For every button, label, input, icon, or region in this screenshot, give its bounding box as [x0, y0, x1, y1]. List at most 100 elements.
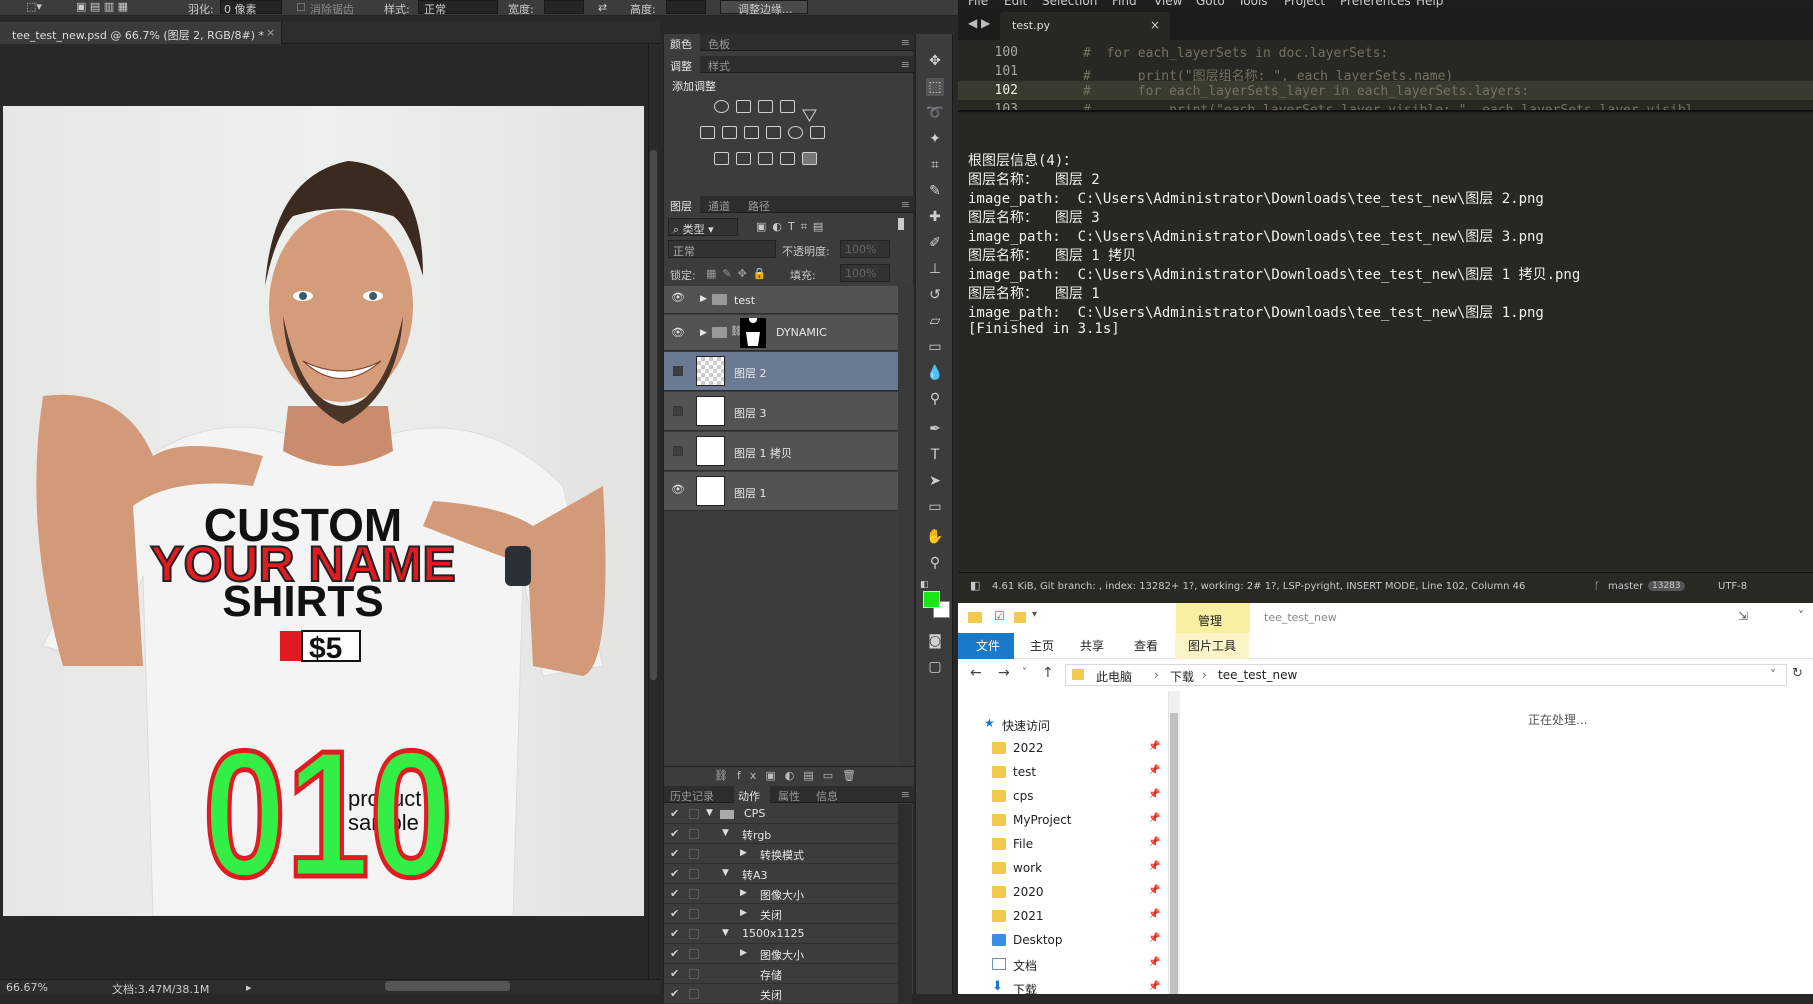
filter-toggle[interactable] [898, 218, 904, 230]
new-folder-icon[interactable] [1014, 612, 1026, 623]
hand-tool-icon[interactable]: ✋ [926, 528, 944, 546]
dialog-toggle[interactable] [689, 849, 699, 859]
nav-item[interactable]: ⬇ 下载 📌 [958, 977, 1168, 1001]
navigation-pane[interactable]: ★ 快速访问 2022 📌 test 📌 cps 📌 MyProject 📌 File 📌 … [958, 691, 1168, 997]
dialog-toggle[interactable] [689, 869, 699, 879]
pen-tool-icon[interactable]: ✒ [926, 420, 944, 438]
nav-item[interactable]: MyProject 📌 [958, 809, 1168, 833]
expand-triangle-icon[interactable]: ▶ [740, 908, 747, 918]
zoom-level[interactable]: 66.67% [6, 981, 48, 994]
ribbon-share-label[interactable]: 共享 [1080, 637, 1104, 654]
height-input[interactable] [666, 0, 706, 14]
gradient-map-icon[interactable] [802, 152, 817, 165]
antialias-checkbox[interactable]: ☐ [296, 1, 306, 14]
type-tool-icon[interactable]: T [926, 446, 944, 464]
layer-row-test[interactable]: 👁 ▶ test [664, 286, 898, 314]
dialog-toggle[interactable] [689, 929, 699, 939]
dialog-toggle[interactable] [689, 809, 699, 819]
build-output-panel[interactable]: 根图层信息(4)： 图层名称： 图层 2 image_path: C:\User… [958, 114, 1813, 572]
dialog-toggle[interactable] [689, 829, 699, 839]
check-icon[interactable]: ✔ [670, 827, 679, 840]
forward-arrow-icon[interactable]: → [998, 665, 1010, 681]
action-row[interactable]: ✔ ▼ 转rgb [664, 824, 898, 844]
eye-icon[interactable]: 👁 [670, 326, 686, 342]
tab-channels[interactable]: 通道 [708, 198, 730, 214]
tab-swatches[interactable]: 色板 [708, 36, 730, 52]
marquee-tool-icon[interactable]: ⬚▾ [26, 0, 42, 13]
blur-tool-icon[interactable]: 💧 [926, 364, 944, 382]
refresh-icon[interactable]: ↻ [1792, 666, 1803, 681]
magic-wand-icon[interactable]: ✦ [926, 130, 944, 148]
menu-selection[interactable]: Selection [1042, 0, 1097, 8]
action-row[interactable]: ✔ ▼ 转A3 [664, 864, 898, 884]
foreground-color-swatch[interactable] [923, 591, 940, 608]
selective-color-icon[interactable] [780, 152, 795, 165]
expand-triangle-icon[interactable]: ▶ [700, 294, 707, 304]
breadcrumb-folder[interactable]: tee_test_new [1218, 668, 1297, 682]
check-icon[interactable]: ✔ [670, 907, 679, 920]
sublime-tab[interactable]: test.py × [1000, 12, 1170, 40]
recent-dropdown-icon[interactable]: ˅ [1022, 667, 1027, 678]
menu-project[interactable]: Project [1284, 0, 1325, 8]
layer-name[interactable]: 图层 1 [734, 485, 767, 501]
code-editor[interactable]: 100 # for each_layerSets in doc.layerSets… [958, 40, 1813, 112]
expand-triangle-icon[interactable]: ▶ [740, 888, 747, 898]
layer-name[interactable]: test [734, 294, 755, 307]
stamp-tool-icon[interactable]: ⊥ [926, 260, 944, 278]
canvas-vertical-scroll-thumb[interactable] [650, 150, 657, 680]
menu-edit[interactable]: Edit [1004, 0, 1027, 8]
brightness-icon[interactable] [714, 100, 729, 113]
eye-icon[interactable]: 👁 [670, 291, 686, 307]
action-row[interactable]: ✔ 关闭 [664, 984, 898, 1004]
panel-toggle-icon[interactable]: ◧ [970, 579, 980, 592]
black-white-icon[interactable] [744, 126, 759, 139]
panel-menu-icon[interactable]: ≡ [901, 788, 910, 801]
encoding[interactable]: UTF-8 [1718, 581, 1747, 592]
action-row[interactable]: ✔ ▶ 转换模式 [664, 844, 898, 864]
path-select-icon[interactable]: ➤ [926, 472, 944, 490]
dialog-toggle[interactable] [689, 969, 699, 979]
check-icon[interactable]: ✔ [670, 847, 679, 860]
address-dropdown-icon[interactable]: ˅ [1770, 668, 1776, 682]
healing-brush-icon[interactable]: ✚ [926, 208, 944, 226]
menu-view[interactable]: View [1154, 0, 1182, 8]
layer-footer-icons[interactable]: ⛓fx▣◐▤▭🗑 [714, 769, 865, 782]
tab-close-icon[interactable]: × [1150, 18, 1160, 32]
tab-styles[interactable]: 样式 [708, 58, 730, 74]
action-row[interactable]: ✔ 存储 [664, 964, 898, 984]
tab-actions[interactable]: 动作 [738, 788, 760, 804]
check-icon[interactable]: ✔ [670, 947, 679, 960]
history-brush-icon[interactable]: ↺ [926, 286, 944, 304]
file-list-area[interactable]: 正在处理... [1180, 691, 1813, 994]
channel-mixer-icon[interactable] [788, 126, 803, 139]
action-row[interactable]: ✔ ▼ 1500x1125 [664, 924, 898, 944]
dialog-toggle[interactable] [689, 989, 699, 999]
expand-triangle-icon[interactable]: ▼ [722, 868, 729, 878]
manage-label[interactable]: 管理 [1198, 612, 1222, 629]
document-canvas-image[interactable]: CUSTOM YOUR NAME SHIRTS $5 product sampl… [3, 106, 644, 916]
layer-name[interactable]: 图层 1 拷贝 [734, 445, 792, 461]
properties-icon[interactable]: ☑ [994, 609, 1005, 623]
zoom-tool-icon[interactable]: ⚲ [926, 554, 944, 572]
ribbon-toggle-icon[interactable]: ⇲ [1738, 609, 1748, 623]
nav-item[interactable]: 2021 📌 [958, 905, 1168, 929]
nav-item[interactable]: 2020 📌 [958, 881, 1168, 905]
swap-icon[interactable]: ⇄ [598, 1, 607, 14]
marquee-tool-icon[interactable]: ⬚ [926, 78, 944, 96]
expand-triangle-icon[interactable]: ▼ [722, 928, 729, 938]
expand-triangle-icon[interactable]: ▼ [722, 828, 729, 838]
help-icon[interactable]: ˅ [1798, 609, 1804, 623]
layer-name[interactable]: 图层 3 [734, 405, 767, 421]
up-arrow-icon[interactable]: ↑ [1042, 665, 1054, 681]
tab-color[interactable]: 颜色 [670, 36, 692, 52]
tab-properties[interactable]: 属性 [778, 788, 800, 804]
tab-history[interactable]: 历史记录 [670, 788, 714, 804]
brush-tool-icon[interactable]: ✐ [926, 234, 944, 252]
nav-item[interactable]: 2022 📌 [958, 737, 1168, 761]
color-lookup-icon[interactable] [810, 126, 825, 139]
layers-scrollbar[interactable] [898, 286, 914, 766]
nav-scroll-thumb[interactable] [1170, 713, 1178, 994]
check-icon[interactable]: ✔ [670, 867, 679, 880]
panel-menu-icon[interactable]: ≡ [901, 198, 910, 211]
action-row[interactable]: ✔ ▶ 关闭 [664, 904, 898, 924]
